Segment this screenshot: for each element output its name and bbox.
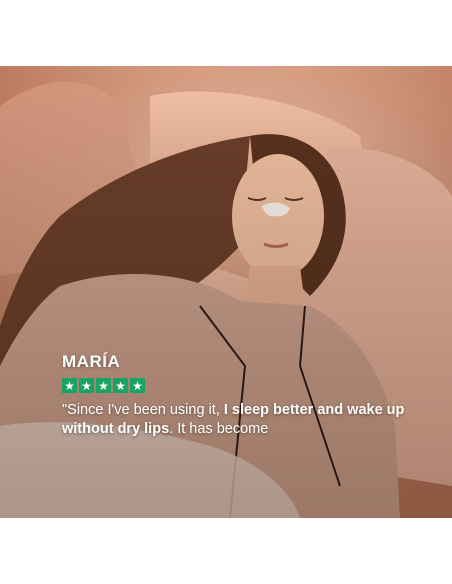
star-icon: ★ xyxy=(96,378,111,393)
star-icon: ★ xyxy=(130,378,145,393)
sleeping-woman-photo xyxy=(0,66,452,518)
reviewer-name: MARÍA xyxy=(62,352,121,371)
quote-text-start: "Since I've been using it, xyxy=(62,402,224,418)
quote-text-end: . It has become xyxy=(169,421,269,437)
star-icon: ★ xyxy=(113,378,128,393)
star-icon: ★ xyxy=(62,378,77,393)
star-rating: ★ ★ ★ ★ ★ xyxy=(62,378,422,393)
testimonial: MARÍA ★ ★ ★ ★ ★ "Since I've been using it, I… xyxy=(62,352,422,439)
star-icon: ★ xyxy=(79,378,94,393)
review-quote: "Since I've been using it, I sleep bette… xyxy=(62,401,422,439)
photo-illustration xyxy=(0,66,452,518)
